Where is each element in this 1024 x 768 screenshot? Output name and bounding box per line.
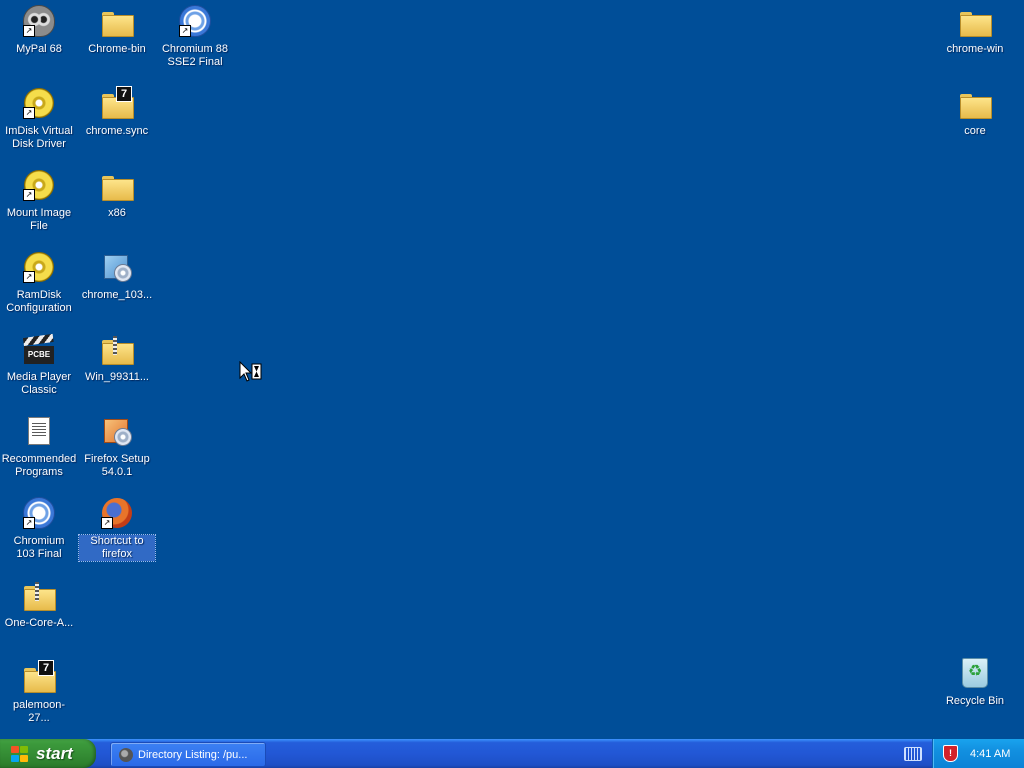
desktop-icon-mypal-68[interactable]: ↗ MyPal 68 bbox=[1, 4, 77, 56]
firefox-icon: ↗ bbox=[100, 496, 134, 530]
desktop-icon-palemoon[interactable]: 7 palemoon-27... bbox=[1, 660, 77, 725]
installer-icon bbox=[100, 250, 134, 284]
icon-label: Media Player Classic bbox=[6, 371, 72, 396]
icon-label: Chrome-bin bbox=[88, 43, 146, 55]
taskbar-item-directory-listing[interactable]: Directory Listing: /pu... bbox=[110, 742, 266, 767]
start-button[interactable]: start bbox=[0, 739, 96, 768]
folder-icon bbox=[100, 168, 134, 202]
chromium-icon: ↗ bbox=[22, 496, 56, 530]
disc-icon: ↗ bbox=[22, 86, 56, 120]
icon-label: Recommended Programs bbox=[1, 453, 77, 478]
icon-label: palemoon-27... bbox=[13, 699, 65, 724]
folder-icon bbox=[100, 4, 134, 38]
shortcut-arrow-icon: ↗ bbox=[23, 25, 35, 37]
icon-label: Win_99311... bbox=[84, 371, 149, 383]
icon-label: Mount Image File bbox=[6, 207, 72, 232]
icon-label: chrome.sync bbox=[85, 125, 149, 137]
desktop-icon-core[interactable]: core bbox=[937, 86, 1013, 138]
desktop-icon-chromium-103-final[interactable]: ↗ Chromium 103 Final bbox=[1, 496, 77, 561]
desktop-icon-shortcut-to-firefox[interactable]: ↗ Shortcut to firefox bbox=[78, 496, 156, 562]
icon-label: ImDisk Virtual Disk Driver bbox=[5, 125, 73, 150]
shortcut-arrow-icon: ↗ bbox=[23, 271, 35, 283]
icon-label: Firefox Setup 54.0.1 bbox=[84, 453, 150, 478]
icon-label: Recycle Bin bbox=[945, 695, 1005, 707]
desktop-icon-one-core-api[interactable]: One-Core-A... bbox=[1, 578, 77, 630]
busy-cursor-icon bbox=[239, 361, 262, 382]
desktop-icon-recommended-programs[interactable]: Recommended Programs bbox=[1, 414, 77, 479]
chromium-icon: ↗ bbox=[178, 4, 212, 38]
keyboard-icon[interactable] bbox=[904, 747, 922, 761]
desktop-icon-recycle-bin[interactable]: Recycle Bin bbox=[937, 656, 1013, 708]
icon-label: x86 bbox=[108, 207, 126, 219]
document-icon bbox=[22, 414, 56, 448]
desktop-icon-mount-image-file[interactable]: ↗ Mount Image File bbox=[1, 168, 77, 233]
icon-label: Shortcut to firefox bbox=[78, 534, 156, 562]
shortcut-arrow-icon: ↗ bbox=[23, 189, 35, 201]
zip-folder-icon bbox=[100, 332, 134, 366]
desktop-icon-chromium-88[interactable]: ↗ Chromium 88 SSE2 Final bbox=[157, 4, 233, 69]
desktop-icon-chrome-sync[interactable]: 7 chrome.sync bbox=[79, 86, 155, 138]
taskbar-item-label: Directory Listing: /pu... bbox=[138, 748, 248, 761]
recycle-bin-icon bbox=[958, 656, 992, 690]
desktop-icon-chrome-bin[interactable]: Chrome-bin bbox=[79, 4, 155, 56]
desktop-icon-ramdisk-configuration[interactable]: ↗ RamDisk Configuration bbox=[1, 250, 77, 315]
icon-label: chrome_103... bbox=[81, 289, 153, 301]
folder-icon bbox=[958, 4, 992, 38]
icon-label: Chromium 103 Final bbox=[13, 535, 65, 560]
shortcut-arrow-icon: ↗ bbox=[23, 517, 35, 529]
desktop-icon-chrome-win[interactable]: chrome-win bbox=[937, 4, 1013, 56]
icon-label: chrome-win bbox=[946, 43, 1004, 55]
shortcut-arrow-icon: ↗ bbox=[101, 517, 113, 529]
desktop-icon-x86[interactable]: x86 bbox=[79, 168, 155, 220]
windows-logo-icon bbox=[10, 745, 30, 763]
desktop-icon-chrome-103-installer[interactable]: chrome_103... bbox=[79, 250, 155, 302]
icon-label: One-Core-A... bbox=[4, 617, 74, 629]
taskbar: start Directory Listing: /pu... ! 4:41 A… bbox=[0, 739, 1024, 768]
installer-icon bbox=[100, 414, 134, 448]
browser-icon bbox=[119, 747, 133, 762]
shortcut-arrow-icon: ↗ bbox=[179, 25, 191, 37]
clock[interactable]: 4:41 AM bbox=[970, 748, 1010, 760]
clapperboard-icon: PCBE bbox=[22, 332, 56, 366]
desktop-icon-media-player-classic[interactable]: PCBE Media Player Classic bbox=[1, 332, 77, 397]
desktop-icon-firefox-setup[interactable]: Firefox Setup 54.0.1 bbox=[79, 414, 155, 479]
shortcut-arrow-icon: ↗ bbox=[23, 107, 35, 119]
icon-label: Chromium 88 SSE2 Final bbox=[161, 43, 229, 68]
icon-label: core bbox=[964, 125, 986, 137]
folder-icon bbox=[958, 86, 992, 120]
start-label: start bbox=[36, 743, 73, 763]
system-tray: ! 4:41 AM bbox=[932, 739, 1024, 768]
security-shield-icon[interactable]: ! bbox=[943, 745, 958, 762]
disc-icon: ↗ bbox=[22, 168, 56, 202]
zip-folder-icon bbox=[22, 578, 56, 612]
mypal-icon: ↗ bbox=[22, 4, 56, 38]
seven-badge: 7 bbox=[116, 86, 132, 102]
desktop-icon-imdisk[interactable]: ↗ ImDisk Virtual Disk Driver bbox=[1, 86, 77, 151]
icon-label: RamDisk Configuration bbox=[6, 289, 72, 314]
desktop-icon-win-99311[interactable]: Win_99311... bbox=[79, 332, 155, 384]
seven-badge: 7 bbox=[38, 660, 54, 676]
desktop-background[interactable]: ↗ MyPal 68 ↗ ImDisk Virtual Disk Driver … bbox=[0, 0, 1024, 739]
icon-label: MyPal 68 bbox=[16, 43, 62, 55]
disc-icon: ↗ bbox=[22, 250, 56, 284]
7zip-folder-icon: 7 bbox=[22, 660, 56, 694]
7zip-folder-icon: 7 bbox=[100, 86, 134, 120]
clapper-text: PCBE bbox=[24, 346, 54, 364]
